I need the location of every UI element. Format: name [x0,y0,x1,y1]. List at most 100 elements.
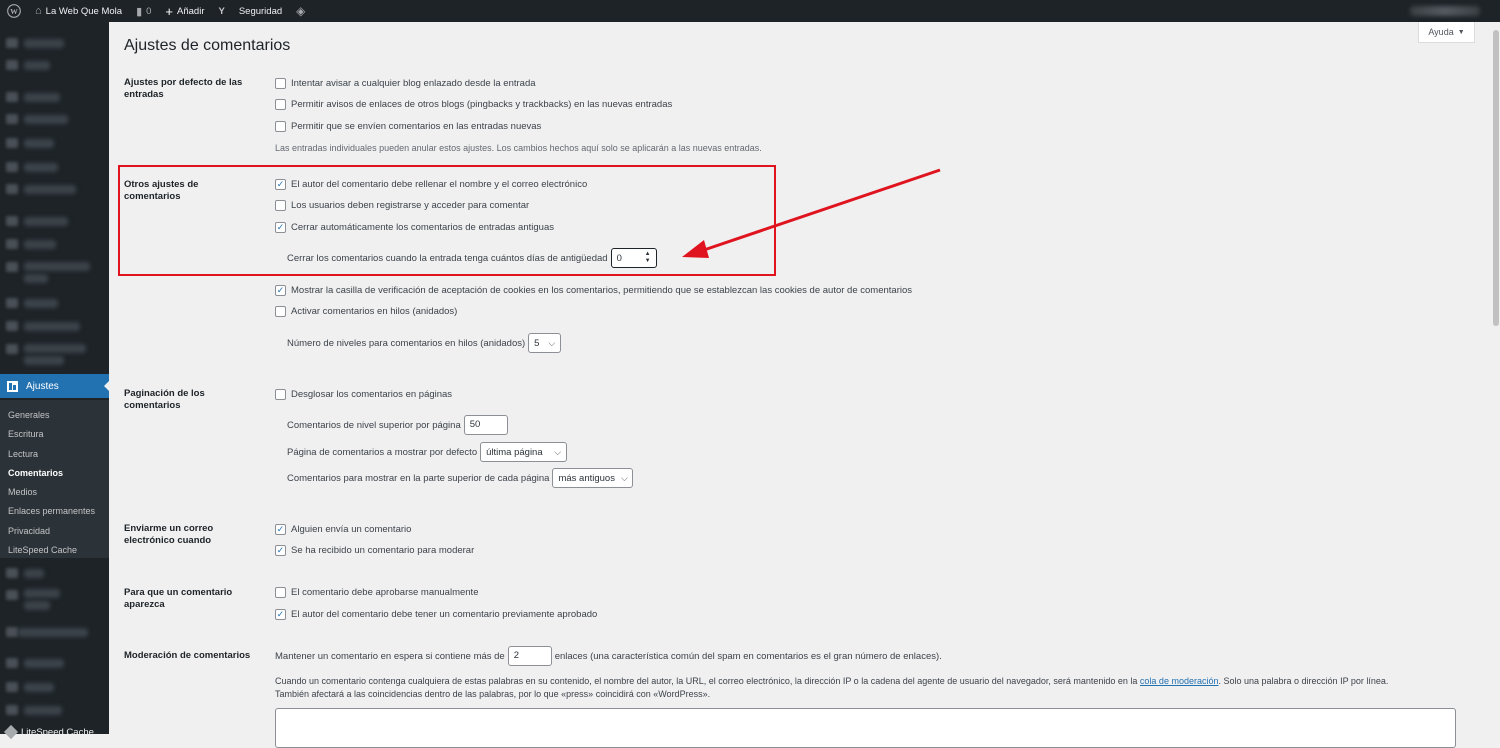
blurred-menu-icon [6,321,18,331]
order-value: más antiguos [558,472,615,484]
page-title: Ajustes de comentarios [124,37,291,54]
wordpress-logo-button[interactable]: W [0,0,28,22]
order-select[interactable]: más antiguos ⌵ [552,468,634,488]
moderation-description-line1: Cuando un comentario contenga cualquiera… [275,676,1388,686]
blurred-menu-item[interactable] [24,706,62,715]
submenu-lectura[interactable]: Lectura [0,445,109,464]
moderation-desc-text: . Solo una palabra o dirección IP por lí… [1218,676,1389,686]
blurred-menu-icon [6,705,18,715]
checkbox[interactable] [275,78,286,89]
blurred-menu-icon [6,60,18,70]
checkbox[interactable] [275,389,286,400]
blurred-menu-icon [6,184,18,194]
submenu-privacidad[interactable]: Privacidad [0,522,109,541]
submenu-escritura[interactable]: Escritura [0,425,109,444]
option-manual-approval[interactable]: El comentario debe aprobarse manualmente [275,587,478,598]
blurred-menu-item[interactable] [24,163,58,172]
blurred-menu-item [24,274,48,283]
option-paginate[interactable]: Desglosar los comentarios en páginas [275,389,452,400]
blurred-menu-item[interactable] [24,185,76,194]
option-label: Permitir que se envíen comentarios en la… [291,121,542,132]
add-new-link[interactable]: + Añadir [158,0,211,22]
diamond-menu[interactable]: ◈ [289,0,312,22]
checkbox[interactable] [275,306,286,317]
per-page-input[interactable]: 50 [463,415,508,435]
checkbox-checked[interactable]: ✓ [275,545,286,556]
option-label: Permitir avisos de enlaces de otros blog… [291,99,673,110]
settings-submenu: Generales Escritura Lectura Comentarios … [0,400,109,558]
submenu-medios[interactable]: Medios [0,483,109,502]
svg-text:W: W [10,7,18,16]
yoast-link[interactable]: Y [211,0,231,22]
checkbox-checked[interactable]: ✓ [275,285,286,296]
blurred-menu-item[interactable] [24,299,58,308]
scrollbar-thumb[interactable] [1493,30,1499,326]
option-notify-blogs[interactable]: Intentar avisar a cualquier blog enlazad… [275,78,536,89]
blurred-menu-item[interactable] [24,683,54,692]
blurred-menu-item[interactable] [24,659,64,668]
hold-links-row: Mantener un comentario en espera si cont… [275,646,942,666]
option-allow-comments[interactable]: Permitir que se envíen comentarios en la… [275,121,541,132]
default-page-select[interactable]: última página ⌵ [480,442,568,462]
comments-link[interactable]: ▮ 0 [129,0,158,22]
chevron-down-icon: ⌵ [548,337,556,348]
option-label: Activar comentarios en hilos (anidados) [291,306,458,317]
help-label: Ayuda [1428,27,1454,37]
defaults-section-label: Ajustes por defecto de las entradas [124,77,243,100]
blurred-menu-item[interactable] [24,262,90,271]
help-tab-button[interactable]: Ayuda ▼ [1418,22,1475,43]
submenu-litespeed-cache[interactable]: LiteSpeed Cache [0,541,109,560]
checkbox[interactable] [275,121,286,132]
blurred-menu-item[interactable] [18,628,88,637]
blurred-menu-item[interactable] [24,217,68,226]
settings-icon [7,380,18,392]
scrollbar[interactable] [1492,22,1500,734]
blurred-menu-item [24,356,64,365]
blurred-menu-item[interactable] [24,93,60,102]
order-row: Comentarios para mostrar en la parte sup… [287,468,634,488]
blurred-menu-icon [6,239,18,249]
sidebar-item-litespeed[interactable]: LiteSpeed Cache [0,724,109,740]
blurred-menu-item[interactable] [24,139,54,148]
submenu-comentarios[interactable]: Comentarios [0,464,109,483]
blurred-account-area [1410,6,1480,16]
option-cookies-consent[interactable]: ✓ Mostrar la casilla de verificación de a… [275,285,912,296]
blurred-menu-item[interactable] [24,240,56,249]
blurred-menu-item[interactable] [24,115,68,124]
site-name-link[interactable]: ⌂ La Web Que Mola [28,0,129,22]
per-page-value: 50 [469,419,481,430]
hold-links-input[interactable]: 2 [507,646,552,666]
moderation-queue-link[interactable]: cola de moderación [1140,676,1219,686]
blurred-menu-item[interactable] [24,39,64,48]
hold-links-prefix: Mantener un comentario en espera si cont… [275,650,505,662]
checkbox[interactable] [275,99,286,110]
submenu-enlaces-permanentes[interactable]: Enlaces permanentes [0,502,109,521]
diamond-icon: ◈ [296,4,306,18]
submenu-generales[interactable]: Generales [0,406,109,425]
option-threaded-comments[interactable]: Activar comentarios en hilos (anidados) [275,306,457,317]
option-email-moderation[interactable]: ✓ Se ha recibido un comentario para moder… [275,545,474,556]
checkbox-checked[interactable]: ✓ [275,524,286,535]
thread-levels-select[interactable]: 5 ⌵ [528,333,562,353]
blurred-menu-item[interactable] [24,61,50,70]
blurred-menu-item[interactable] [24,344,86,353]
default-page-row: Página de comentarios a mostrar por defe… [287,442,568,462]
blurred-menu-item[interactable] [24,322,80,331]
checkbox[interactable] [275,587,286,598]
blurred-menu-icon [6,682,18,692]
checkbox-checked[interactable]: ✓ [275,609,286,620]
sidebar-item-ajustes[interactable]: Ajustes [0,374,109,398]
option-pingbacks[interactable]: Permitir avisos de enlaces de otros blog… [275,99,672,110]
option-previously-approved[interactable]: ✓ El autor del comentario debe tener un c… [275,609,597,620]
security-link[interactable]: Seguridad [232,0,289,22]
email-section-label: Enviarme un correo electrónico cuando [124,523,214,546]
blurred-menu-icon [6,658,18,668]
caret-down-icon: ▼ [1457,28,1465,36]
option-label: Alguien envía un comentario [291,524,412,535]
option-email-new-comment[interactable]: ✓ Alguien envía un comentario [275,524,411,535]
moderation-keys-textarea[interactable] [275,708,1456,748]
thread-levels-value: 5 [534,337,540,349]
blurred-menu-item[interactable] [24,569,44,578]
blurred-menu-item[interactable] [24,589,60,598]
blurred-menu-item [24,601,50,610]
